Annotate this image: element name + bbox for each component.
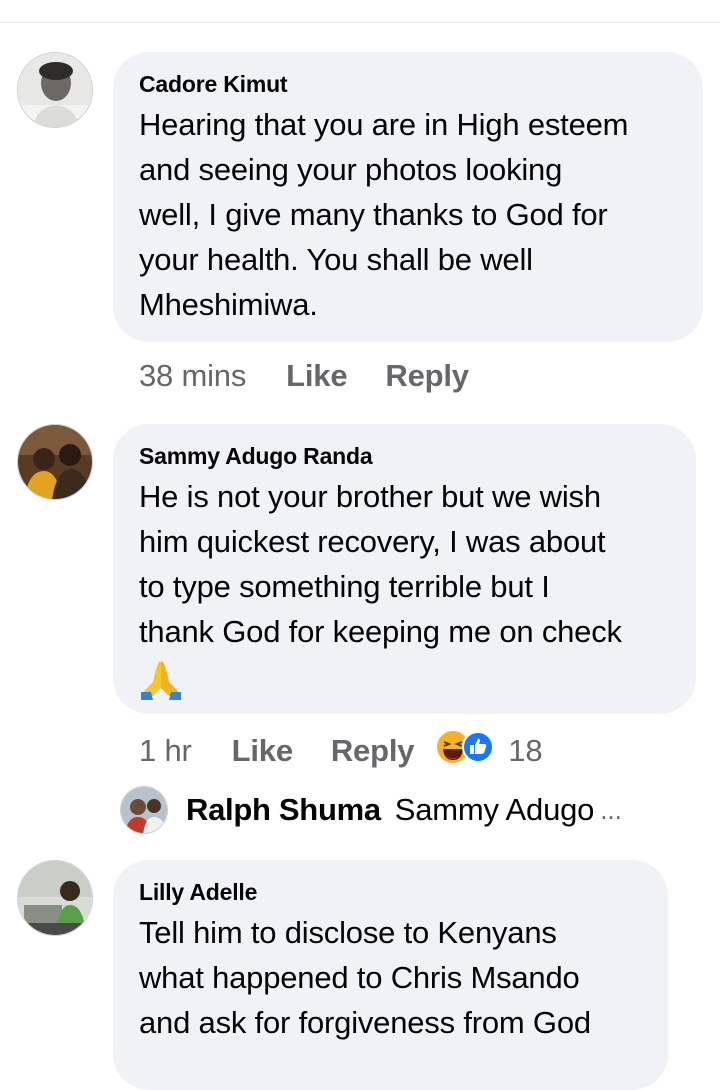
comment-author[interactable]: Cadore Kimut [139, 70, 677, 98]
like-button[interactable]: Like [232, 733, 293, 769]
comment-text-line: Mheshimiwa. [139, 287, 318, 322]
comment-text-line: He is not your brother but we wish [139, 479, 601, 514]
comment-actions: 1 hr Like Reply 18 [139, 730, 543, 772]
reply-button[interactable]: Reply [331, 733, 415, 769]
avatar[interactable] [17, 860, 93, 936]
comment-text-line: what happened to Chris Msando [139, 960, 580, 995]
comment-text-line: Hearing that you are in High esteem [139, 107, 629, 142]
comment-text-line: Tell him to disclose to Kenyans [139, 915, 557, 950]
top-divider [0, 22, 720, 23]
reaction-summary[interactable]: 18 [436, 730, 543, 772]
comment-text: Tell him to disclose to Kenyans what hap… [139, 910, 642, 1045]
comment-text-line: and seeing your photos looking [139, 152, 563, 187]
comment-timestamp[interactable]: 38 mins [139, 358, 246, 394]
comment-bubble: Cadore Kimut Hearing that you are in Hig… [113, 52, 703, 342]
comment-actions: 38 mins Like Reply [139, 358, 507, 394]
comment-text-line: and ask for forgiveness from God [139, 1005, 591, 1040]
reaction-count: 18 [508, 733, 543, 768]
comment-text-line: well, I give many thanks to God for [139, 197, 608, 232]
reply-ellipsis: ... [600, 794, 622, 825]
comment-text-line: to type something terrible but I [139, 569, 550, 604]
comment-author[interactable]: Lilly Adelle [139, 878, 642, 906]
comment-text-line: him quickest recovery, I was about [139, 524, 606, 559]
reply-preview[interactable]: Ralph Shuma Sammy Adugo ... [120, 786, 622, 834]
comment-author[interactable]: Sammy Adugo Randa [139, 442, 670, 470]
avatar[interactable] [120, 786, 168, 834]
comment-text: He is not your brother but we wish him q… [139, 474, 670, 654]
avatar[interactable] [17, 52, 93, 128]
avatar[interactable] [17, 424, 93, 500]
reply-button[interactable]: Reply [385, 358, 469, 394]
like-reaction-icon [462, 731, 495, 771]
comment-timestamp[interactable]: 1 hr [139, 733, 192, 769]
reply-text: Sammy Adugo [394, 792, 595, 827]
comment-bubble: Sammy Adugo Randa He is not your brother… [113, 424, 696, 714]
comment-text-line: your health. You shall be well [139, 242, 533, 277]
like-button[interactable]: Like [286, 358, 347, 394]
comment-bubble: Lilly Adelle Tell him to disclose to Ken… [113, 860, 668, 1090]
comment-text-line: thank God for keeping me on check [139, 614, 622, 649]
comment-text: Hearing that you are in High esteem and … [139, 102, 677, 327]
folded-hands-emoji [139, 658, 670, 702]
reply-author[interactable]: Ralph Shuma [186, 792, 381, 828]
